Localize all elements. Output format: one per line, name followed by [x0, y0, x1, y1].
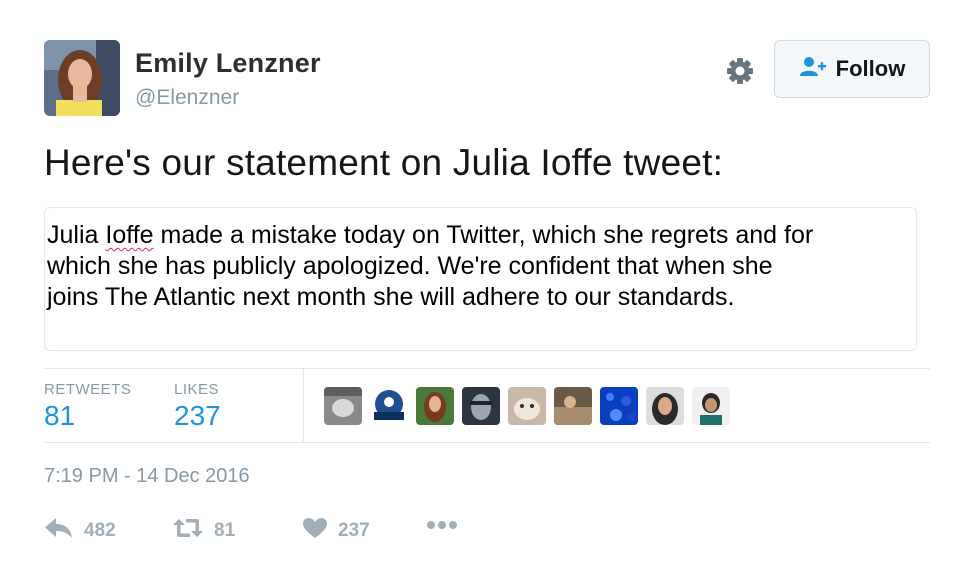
- statement-image[interactable]: Julia Ioffe made a mistake today on Twit…: [44, 207, 917, 351]
- divider-bottom: [44, 442, 930, 443]
- spellcheck-flagged-word: Ioffe: [105, 221, 154, 249]
- like-button[interactable]: 237: [302, 517, 370, 544]
- liker-avatar[interactable]: [370, 387, 408, 425]
- follow-label: Follow: [835, 56, 906, 81]
- statement-line-3: joins The Atlantic next month she will a…: [47, 283, 735, 311]
- liker-avatar[interactable]: [462, 387, 500, 425]
- retweets-label: RETWEETS: [44, 381, 132, 398]
- author-handle[interactable]: @Elenzner: [135, 86, 239, 110]
- reply-button[interactable]: 482: [44, 517, 116, 544]
- retweet-icon: [172, 517, 204, 544]
- liker-avatar[interactable]: [508, 387, 546, 425]
- divider-vertical: [303, 369, 304, 442]
- liker-avatar[interactable]: [416, 387, 454, 425]
- follow-button[interactable]: Follow: [774, 40, 930, 98]
- add-user-icon: [799, 56, 827, 83]
- tweet-timestamp[interactable]: 7:19 PM - 14 Dec 2016: [44, 465, 250, 488]
- tweet-text: Here's our statement on Julia Ioffe twee…: [44, 142, 724, 183]
- reply-icon: [44, 517, 74, 544]
- author-avatar[interactable]: [44, 40, 120, 116]
- statement-line-1-post: made a mistake today on Twitter, which s…: [153, 221, 814, 249]
- liker-avatar[interactable]: [600, 387, 638, 425]
- gear-icon[interactable]: [724, 55, 756, 87]
- liker-avatar[interactable]: [324, 387, 362, 425]
- retweet-count: 81: [214, 519, 236, 541]
- liker-avatar[interactable]: [646, 387, 684, 425]
- like-count: 237: [338, 519, 370, 541]
- author-name[interactable]: Emily Lenzner: [135, 48, 321, 79]
- retweet-button[interactable]: 81: [172, 517, 235, 544]
- divider-top: [44, 368, 930, 369]
- liker-avatars: [324, 387, 730, 425]
- likes-label: LIKES: [174, 381, 220, 398]
- likes-count[interactable]: 237: [174, 400, 221, 432]
- reply-count: 482: [84, 519, 116, 541]
- statement-line-1-pre: Julia: [47, 221, 106, 249]
- liker-avatar[interactable]: [554, 387, 592, 425]
- statement-line-1: Julia Ioffe made a mistake today on Twit…: [47, 220, 916, 251]
- liker-avatar[interactable]: [692, 387, 730, 425]
- heart-icon: [302, 517, 328, 544]
- more-button[interactable]: [426, 517, 458, 535]
- more-icon: [426, 517, 458, 535]
- retweets-count[interactable]: 81: [44, 400, 75, 432]
- statement-line-2: which she has publicly apologized. We're…: [47, 252, 773, 280]
